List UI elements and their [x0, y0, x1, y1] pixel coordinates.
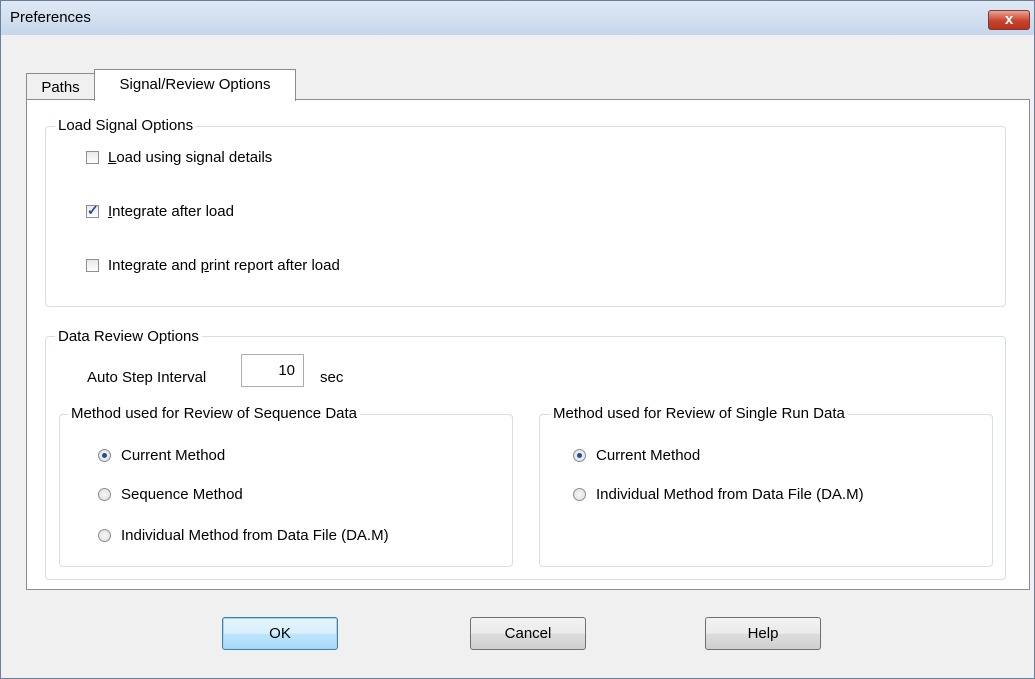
sequence-current-method-label: Current Method [121, 447, 226, 464]
auto-step-interval-label: Auto Step Interval [87, 369, 207, 386]
tab-paths[interactable]: Paths [26, 73, 95, 99]
integrate-after-load-option[interactable]: Integrate after load [86, 202, 234, 220]
ok-button[interactable]: OK [222, 617, 338, 650]
single-run-current-method-label: Current Method [596, 447, 701, 464]
close-icon: x [1004, 11, 1014, 28]
preferences-dialog: Preferences x Paths Signal/Review Option… [0, 0, 1035, 679]
auto-step-interval-input[interactable]: 10 [241, 354, 304, 387]
single-run-method-legend: Method used for Review of Single Run Dat… [550, 405, 848, 422]
sequence-sequence-method-radio[interactable] [98, 488, 111, 501]
load-signal-options-legend: Load Signal Options [55, 117, 197, 134]
load-using-signal-details-checkbox[interactable] [86, 151, 99, 164]
sequence-sequence-method-option[interactable]: Sequence Method [98, 486, 243, 503]
load-using-signal-details-label: Load using signal details [108, 149, 273, 166]
single-run-individual-method-option[interactable]: Individual Method from Data File (DA.M) [573, 486, 864, 503]
integrate-after-load-label: Integrate after load [108, 203, 234, 220]
sequence-individual-method-radio[interactable] [98, 529, 111, 542]
tab-signal-review-options[interactable]: Signal/Review Options [94, 69, 296, 101]
sequence-individual-method-option[interactable]: Individual Method from Data File (DA.M) [98, 527, 389, 544]
single-run-individual-method-label: Individual Method from Data File (DA.M) [596, 486, 864, 503]
sequence-individual-method-label: Individual Method from Data File (DA.M) [121, 527, 389, 544]
single-run-current-method-option[interactable]: Current Method [573, 447, 700, 464]
title-bar: Preferences x [1, 1, 1034, 35]
cancel-button[interactable]: Cancel [470, 617, 586, 650]
integrate-print-report-option[interactable]: Integrate and print report after load [86, 257, 340, 274]
sequence-data-method-legend: Method used for Review of Sequence Data [68, 405, 361, 422]
integrate-after-load-checkbox[interactable] [86, 202, 99, 219]
window-title: Preferences [10, 9, 91, 26]
auto-step-unit-label: sec [320, 369, 344, 386]
integrate-print-report-checkbox[interactable] [86, 259, 99, 272]
load-using-signal-details-option[interactable]: Load using signal details [86, 149, 272, 166]
integrate-print-report-label: Integrate and print report after load [108, 257, 340, 274]
sequence-current-method-option[interactable]: Current Method [98, 447, 225, 464]
sequence-sequence-method-label: Sequence Method [121, 486, 243, 503]
close-button[interactable]: x [988, 10, 1030, 30]
single-run-current-method-radio[interactable] [573, 449, 586, 462]
sequence-current-method-radio[interactable] [98, 449, 111, 462]
help-button[interactable]: Help [705, 617, 821, 650]
single-run-individual-method-radio[interactable] [573, 488, 586, 501]
data-review-options-legend: Data Review Options [55, 328, 202, 345]
